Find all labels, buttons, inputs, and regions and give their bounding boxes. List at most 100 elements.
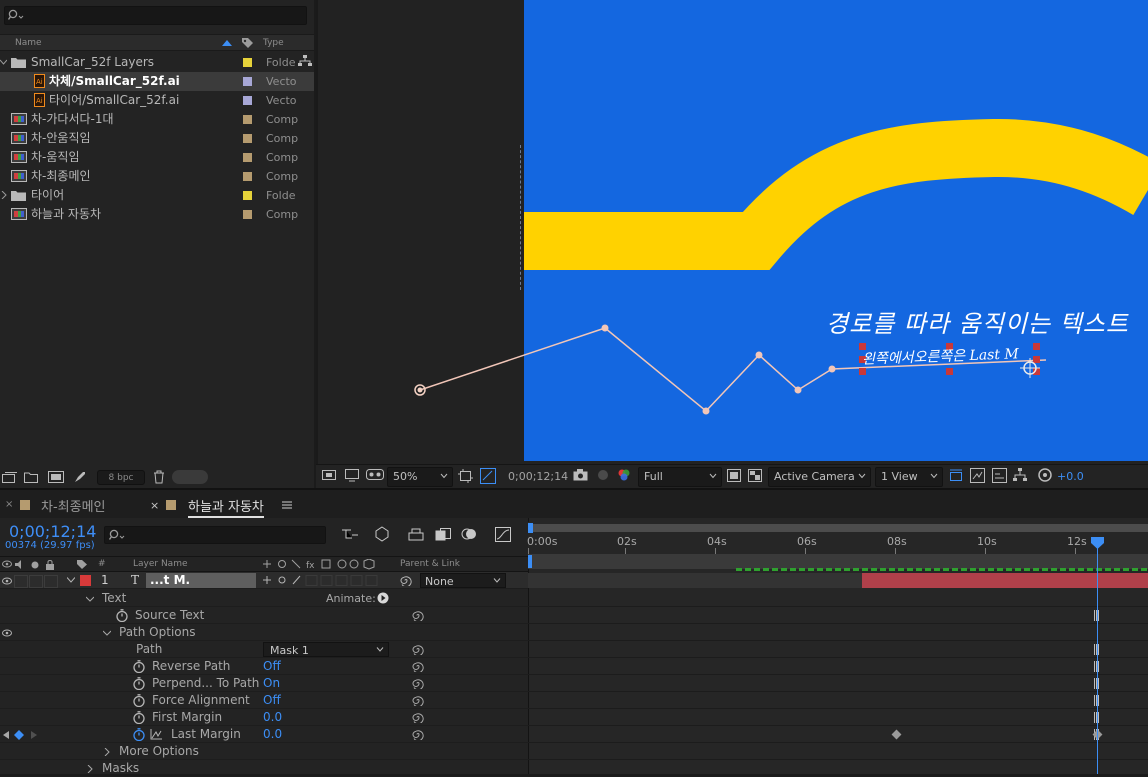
panel-menu-icon[interactable] bbox=[282, 501, 292, 509]
always-preview-icon[interactable] bbox=[322, 470, 336, 482]
label-tag-icon[interactable] bbox=[76, 559, 88, 570]
flowchart-icon[interactable] bbox=[298, 55, 312, 67]
next-keyframe-icon[interactable] bbox=[31, 731, 37, 739]
layer-name-header[interactable]: Layer Name bbox=[133, 559, 188, 569]
stopwatch-icon[interactable] bbox=[133, 728, 145, 741]
property-track[interactable] bbox=[528, 675, 1148, 692]
project-item[interactable]: 차-최종메인 Comp bbox=[0, 167, 314, 186]
project-item[interactable]: SmallCar_52f Layers Folde bbox=[0, 53, 314, 72]
expression-pick-whip-icon[interactable] bbox=[412, 610, 424, 621]
tab-close-icon[interactable]: × bbox=[150, 499, 159, 512]
layer-switches-icons[interactable] bbox=[262, 575, 392, 586]
exposure-reset-icon[interactable] bbox=[1038, 468, 1052, 482]
layer-switch-box[interactable] bbox=[44, 575, 58, 588]
graph-editor-icon[interactable] bbox=[495, 527, 511, 542]
chevron-down-icon[interactable] bbox=[86, 595, 94, 603]
draft-3d-icon[interactable] bbox=[374, 526, 390, 542]
property-row[interactable]: Last Margin 0.0 bbox=[0, 726, 528, 743]
property-row[interactable]: Perpend... To Path On bbox=[0, 675, 528, 692]
tab-sky-and-car[interactable]: 하늘과 자동차 bbox=[188, 496, 264, 518]
bit-depth-button[interactable]: 8 bpc bbox=[97, 470, 145, 485]
camera-dropdown[interactable]: Active Camera bbox=[768, 467, 871, 487]
video-eye-icon[interactable] bbox=[2, 577, 12, 585]
interpret-footage-icon[interactable] bbox=[2, 472, 17, 483]
property-track[interactable] bbox=[528, 641, 1148, 658]
expression-pick-whip-icon[interactable] bbox=[412, 712, 424, 723]
property-row[interactable]: Force Alignment Off bbox=[0, 692, 528, 709]
project-search-input[interactable] bbox=[4, 6, 307, 25]
layer-row[interactable]: 1 T ...t M. None bbox=[0, 572, 528, 589]
project-scrollbar[interactable] bbox=[172, 470, 208, 484]
region-of-interest-icon[interactable] bbox=[458, 469, 473, 483]
property-value[interactable]: 0.0 bbox=[263, 726, 282, 743]
camera-snapshot-icon[interactable] bbox=[573, 469, 588, 481]
property-track[interactable] bbox=[528, 726, 1148, 743]
stopwatch-icon[interactable] bbox=[133, 660, 145, 673]
property-row[interactable]: Path Mask 1 bbox=[0, 641, 528, 658]
audio-speaker-icon[interactable] bbox=[15, 560, 25, 569]
property-track[interactable] bbox=[528, 760, 1148, 777]
exposure-value[interactable]: +0.0 bbox=[1057, 470, 1084, 483]
toggle-pixel-aspect-icon[interactable] bbox=[948, 468, 964, 484]
stopwatch-icon[interactable] bbox=[133, 711, 145, 724]
parent-dropdown[interactable]: None bbox=[420, 573, 506, 588]
chevron-right-icon[interactable] bbox=[103, 748, 111, 756]
layer-switch-box[interactable] bbox=[29, 575, 43, 588]
current-time-indicator-head[interactable] bbox=[1091, 537, 1104, 550]
project-item-label-color[interactable] bbox=[243, 191, 252, 200]
label-tag-icon[interactable] bbox=[241, 37, 254, 49]
property-row[interactable]: More Options bbox=[0, 743, 528, 760]
property-row[interactable]: Source Text bbox=[0, 607, 528, 624]
tab-close-icon[interactable]: × bbox=[5, 499, 13, 510]
property-track[interactable] bbox=[528, 607, 1148, 624]
expression-pick-whip-icon[interactable] bbox=[412, 644, 424, 655]
prev-keyframe-icon[interactable] bbox=[3, 731, 9, 739]
zoom-dropdown[interactable]: 50% bbox=[387, 467, 453, 487]
project-item[interactable]: Ai 타이어/SmallCar_52f.ai Vecto bbox=[0, 91, 314, 110]
chevron-right-icon[interactable] bbox=[86, 765, 94, 773]
color-channels-icon[interactable] bbox=[617, 468, 631, 482]
monitor-icon[interactable] bbox=[345, 469, 359, 482]
property-track[interactable] bbox=[528, 709, 1148, 726]
mask-vertex[interactable] bbox=[828, 365, 836, 373]
layer-label-color[interactable] bbox=[80, 575, 91, 586]
type-column-header[interactable]: Type bbox=[263, 38, 284, 48]
project-item-label-color[interactable] bbox=[243, 58, 252, 67]
resolution-dropdown[interactable]: Full bbox=[638, 467, 722, 487]
mask-vertex[interactable] bbox=[702, 407, 710, 415]
property-value[interactable]: On bbox=[263, 675, 280, 692]
viewer-timecode[interactable]: 0;00;12;14 bbox=[508, 470, 568, 483]
vr-goggles-icon[interactable] bbox=[366, 469, 384, 481]
animate-label[interactable]: Animate: bbox=[326, 590, 376, 607]
video-eye-icon[interactable] bbox=[2, 629, 12, 637]
property-row[interactable]: Path Options bbox=[0, 624, 528, 641]
fast-previews-icon[interactable] bbox=[970, 468, 985, 483]
video-eye-icon[interactable] bbox=[2, 560, 12, 568]
chevron-down-icon[interactable] bbox=[103, 629, 111, 637]
property-track[interactable] bbox=[528, 743, 1148, 760]
property-track[interactable] bbox=[528, 658, 1148, 675]
property-track[interactable] bbox=[528, 590, 1148, 607]
expression-pick-whip-icon[interactable] bbox=[412, 695, 424, 706]
trash-icon[interactable] bbox=[153, 470, 165, 484]
comp-duration-bar[interactable] bbox=[528, 554, 1148, 569]
motion-blur-icon[interactable] bbox=[461, 527, 477, 541]
project-item[interactable]: 차-움직임 Comp bbox=[0, 148, 314, 167]
expression-pick-whip-icon[interactable] bbox=[412, 661, 424, 672]
property-row[interactable]: Masks bbox=[0, 760, 528, 777]
frame-blending-icon[interactable] bbox=[435, 528, 451, 541]
add-keyframe-icon[interactable] bbox=[14, 730, 24, 740]
show-snapshot-icon[interactable] bbox=[596, 469, 610, 481]
fast-preview-icon[interactable] bbox=[727, 469, 741, 482]
project-item-label-color[interactable] bbox=[243, 134, 252, 143]
chevron-down-icon[interactable] bbox=[0, 58, 7, 66]
stopwatch-icon[interactable] bbox=[116, 609, 128, 622]
property-row[interactable]: Text Animate: bbox=[0, 590, 528, 607]
property-value[interactable]: Off bbox=[263, 692, 281, 709]
project-item[interactable]: Ai 차체/SmallCar_52f.ai Vecto bbox=[0, 72, 314, 91]
solo-dot-icon[interactable] bbox=[31, 561, 39, 569]
stopwatch-icon[interactable] bbox=[133, 694, 145, 707]
new-composition-icon[interactable] bbox=[48, 471, 64, 483]
chevron-right-icon[interactable] bbox=[0, 191, 7, 199]
comp-flowchart-icon[interactable] bbox=[1013, 468, 1027, 482]
